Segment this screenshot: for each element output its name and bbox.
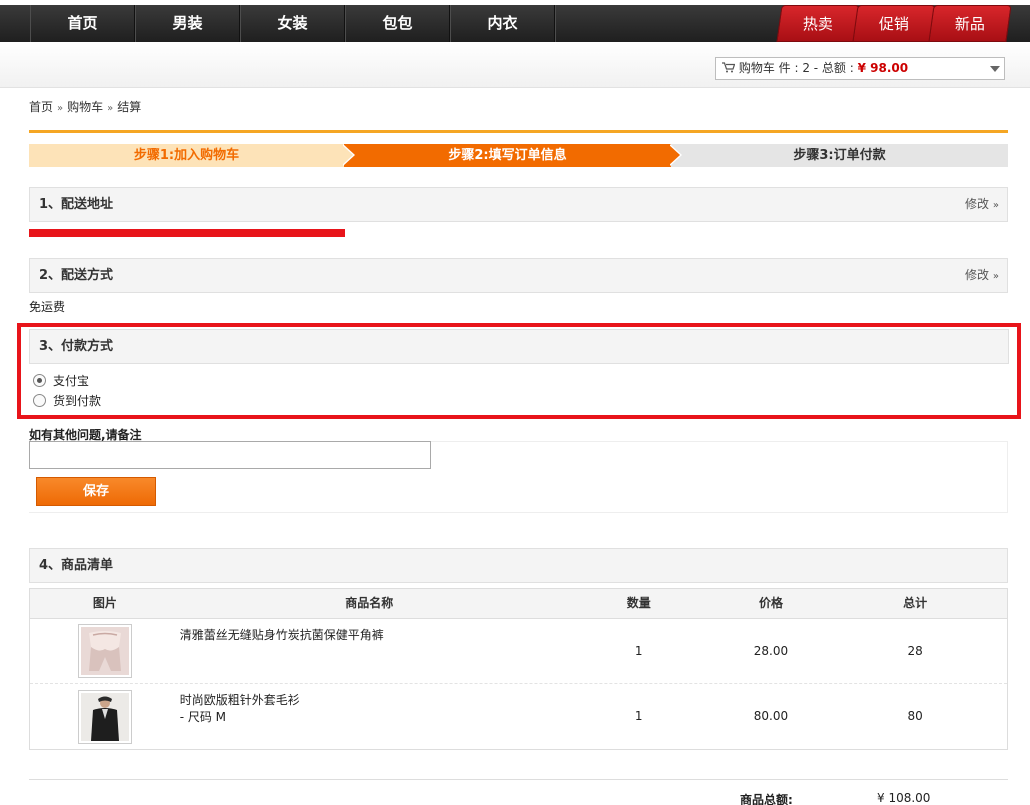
radio-cod[interactable] [33,394,46,407]
chevron-down-icon [990,66,1000,72]
payment-option-cod[interactable]: 货到付款 [33,392,101,409]
cart-bar: 购物车 件 : 2 - 总额 : ¥ 98.00 [0,42,1030,88]
redacted-address-mark [29,229,345,237]
promo-tab-new-label: 新品 [954,15,985,33]
product-photo-underwear [80,627,129,675]
product-image-cell [30,619,180,683]
divider [29,779,1008,780]
shipping-method-text: 免运费 [29,300,66,314]
product-name-cell: 清雅蕾丝无缝贴身竹炭抗菌保健平角裤 [180,619,559,683]
promo-tab-new[interactable]: 新品 [928,5,1012,42]
breadcrumb-separator-icon: » [57,103,64,114]
promo-tab-sale[interactable]: 促销 [852,5,936,42]
step-arrow [341,144,353,166]
product-name-link[interactable]: 清雅蕾丝无缝贴身竹炭抗菌保健平角裤 [180,627,559,644]
column-header-name: 商品名称 [345,596,394,610]
nav-item-men[interactable]: 男装 [135,5,240,42]
section-products-title: 4、商品清单 [39,558,114,573]
product-price: 28.00 [753,644,789,658]
section-shipping-title: 2、配送方式 [39,268,114,283]
promo-tab-hot[interactable]: 热卖 [776,5,860,42]
product-qty: 1 [634,709,643,723]
step-payment: 步骤3:订单付款 [671,144,1008,167]
cart-dropdown[interactable]: 购物车 件 : 2 - 总额 : ¥ 98.00 [715,57,1005,80]
column-header-image: 图片 [92,596,117,610]
section-payment-header: 3、付款方式 [29,329,1009,364]
product-price: 80.00 [753,709,789,723]
edit-shipping-label: 修改 [965,268,990,282]
promo-tab-sale-label: 促销 [878,15,909,33]
nav-item-underwear[interactable]: 内衣 [450,5,555,42]
cart-total: ¥ 98.00 [857,61,909,75]
column-header-total: 总计 [903,596,928,610]
remark-input[interactable] [29,441,431,469]
breadcrumb-cart[interactable]: 购物车 [67,100,103,114]
radio-alipay[interactable] [33,374,46,387]
breadcrumb: 首页» 购物车» 结算 [29,98,141,115]
subtotal-label: 商品总额: [740,793,793,805]
product-name-cell: 时尚欧版粗针外套毛衫 - 尺码 M [180,684,559,749]
nav-divider [555,5,557,42]
nav-item-women[interactable]: 女装 [240,5,345,42]
payment-option-alipay[interactable]: 支付宝 [33,372,89,389]
chevron-right-icon: » [992,271,999,282]
step-fill-order: 步骤2:填写订单信息 [344,144,671,167]
breadcrumb-current: 结算 [117,100,142,114]
nav-item-bags[interactable]: 包包 [345,5,450,42]
cart-summary-text: 购物车 件 : 2 - 总额 : [738,61,858,75]
edit-address-link[interactable]: 修改 » [965,188,999,222]
product-option: - 尺码 M [179,710,227,724]
edit-shipping-link[interactable]: 修改 » [965,259,999,293]
product-thumbnail[interactable] [77,689,132,744]
section-address-header: 1、配送地址 修改 » [29,187,1008,222]
promo-tab-hot-label: 热卖 [802,15,833,33]
section-products-header: 4、商品清单 [29,548,1008,583]
chevron-right-icon: » [992,200,999,211]
product-image-cell [30,684,180,749]
product-name-link[interactable]: 时尚欧版粗针外套毛衫 [180,692,559,709]
product-total: 80 [907,709,923,723]
section-address-title: 1、配送地址 [39,197,114,212]
subtotal-value: ¥ 108.00 [877,791,931,805]
table-row: 时尚欧版粗针外套毛衫 - 尺码 M 1 80.00 80 [30,684,1007,749]
product-thumbnail[interactable] [77,624,132,678]
step-add-to-cart: 步骤1:加入购物车 [29,144,344,167]
payment-option-cod-label: 货到付款 [53,394,102,408]
table-row: 清雅蕾丝无缝贴身竹炭抗菌保健平角裤 1 28.00 28 [30,619,1007,684]
cart-icon [722,61,739,75]
section-shipping-header: 2、配送方式 修改 » [29,258,1008,293]
table-header: 图片 商品名称 数量 价格 总计 [30,589,1007,619]
product-table: 图片 商品名称 数量 价格 总计 清雅蕾丝无缝贴身竹炭抗菌保健平角裤 1 28.… [29,588,1008,750]
product-photo-sweater [80,692,129,741]
payment-option-alipay-label: 支付宝 [53,374,90,388]
product-qty: 1 [634,644,643,658]
nav-menu: 首页 男装 女装 包包 内衣 [30,5,557,42]
top-nav: 首页 男装 女装 包包 内衣 热卖 促销 新品 [0,0,1030,42]
product-total: 28 [907,644,923,658]
step-arrow [668,144,680,166]
column-header-qty: 数量 [626,596,651,610]
breadcrumb-home[interactable]: 首页 [29,100,53,114]
save-button[interactable]: 保存 [36,477,156,506]
column-header-price: 价格 [758,596,783,610]
divider [29,130,1008,133]
nav-item-home[interactable]: 首页 [30,5,135,42]
section-payment-title: 3、付款方式 [39,339,114,354]
breadcrumb-separator-icon: » [107,103,114,114]
edit-address-label: 修改 [965,197,990,211]
